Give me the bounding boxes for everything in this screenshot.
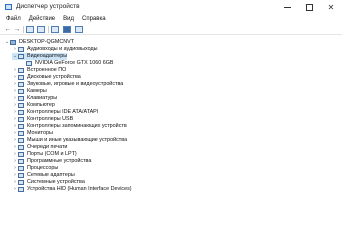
menu-file[interactable]: Файл [4, 16, 23, 22]
tree-item-usb[interactable]: › Контроллеры USB [12, 116, 73, 123]
tree-item-monitors[interactable]: › Мониторы [12, 130, 53, 137]
keyboard-icon [18, 96, 24, 101]
menu-action[interactable]: Действие [27, 16, 57, 22]
tree-subitem-label: NVIDIA GeForce GTX 1060 6GB [35, 60, 114, 66]
mouse-icon [18, 138, 24, 143]
tree-item-label: Компьютер [27, 102, 55, 108]
tree-item-label: Системные устройства [27, 179, 85, 185]
port-icon [18, 152, 24, 157]
audio-icon [18, 47, 24, 52]
tree-item-ports[interactable]: › Порты (COM и LPT) [12, 151, 77, 158]
tree-item-label: Аудиовходы и аудиовыходы [27, 46, 98, 52]
device-manager-icon [5, 4, 12, 10]
computer-icon [10, 40, 16, 45]
tree-subitem-gpu[interactable]: NVIDIA GeForce GTX 1060 6GB [26, 60, 114, 67]
tree-item-firmware[interactable]: › Встроенное ПО [12, 67, 66, 74]
minimize-icon [283, 6, 291, 8]
storage-controller-icon [18, 124, 24, 129]
tree-root[interactable]: ⌄ DESKTOP-QGMCNVT [4, 39, 74, 46]
menu-bar: Файл Действие Вид Справка [0, 14, 342, 24]
menu-help[interactable]: Справка [80, 16, 108, 22]
tree-item-cameras[interactable]: › Камеры [12, 88, 47, 95]
title-bar[interactable]: Диспетчер устройств ✕ [0, 0, 342, 14]
maximize-icon [305, 3, 313, 11]
close-icon: ✕ [327, 2, 335, 12]
ide-controller-icon [18, 110, 24, 115]
monitor-icon [18, 131, 24, 136]
tree-item-network-adapters[interactable]: › Сетевые адаптеры [12, 172, 75, 179]
tree-item-label: Контроллеры USB [27, 116, 74, 122]
maximize-button[interactable] [298, 0, 320, 14]
window-title: Диспетчер устройств [16, 3, 80, 10]
tree-item-label: Сетевые адаптеры [27, 172, 75, 178]
tree-item-audio[interactable]: › Аудиовходы и аудиовыходы [12, 46, 98, 53]
monitor-icon[interactable] [75, 26, 83, 33]
tree-item-label: Мониторы [27, 130, 53, 136]
tree-item-label: Контроллеры IDE ATA/ATAPI [27, 109, 99, 115]
camera-icon [18, 89, 24, 94]
firmware-icon [18, 68, 24, 73]
close-button[interactable]: ✕ [320, 0, 342, 14]
computer-icon [18, 103, 24, 108]
processor-icon [18, 166, 24, 171]
device-manager-window: Диспетчер устройств ✕ Файл Действие Вид … [0, 0, 342, 250]
tree-item-label: Порты (COM и LPT) [27, 151, 77, 157]
tree-item-print-queues[interactable]: › Очереди печати [12, 144, 67, 151]
tree-item-label: Клавиатуры [27, 95, 58, 101]
tree-item-processors[interactable]: › Процессоры [12, 165, 58, 172]
tree-item-label: Дисковые устройства [27, 74, 81, 80]
tree-item-label: Встроенное ПО [27, 67, 67, 73]
menu-view[interactable]: Вид [61, 16, 76, 22]
scan-hardware-icon[interactable] [63, 26, 71, 33]
tree-item-computer[interactable]: › Компьютер [12, 102, 55, 109]
tree-item-software-devices[interactable]: › Программные устройства [12, 158, 91, 165]
show-hidden-icon[interactable] [37, 26, 45, 33]
usb-icon [18, 117, 24, 122]
properties-icon[interactable] [26, 26, 34, 33]
tree-item-label: Видеоадаптеры [27, 53, 68, 59]
tree-item-ide[interactable]: › Контроллеры IDE ATA/ATAPI [12, 109, 98, 116]
tree-item-label: Камеры [27, 88, 47, 94]
tree-item-label: Устройства HID (Human Interface Devices) [27, 186, 132, 192]
tree-item-video-adapters[interactable]: ⌄ Видеоадаптеры [12, 53, 68, 60]
tree-item-sound[interactable]: › Звуковые, игровые и видеоустройства [12, 81, 123, 88]
tree-item-storage-controllers[interactable]: › Контроллеры запоминающих устройств [12, 123, 127, 130]
forward-icon[interactable]: → [13, 26, 21, 33]
tree-item-mice[interactable]: › Мыши и иные указывающие устройства [12, 137, 127, 144]
toolbar-separator [23, 26, 24, 33]
tree-item-label: Контроллеры запоминающих устройств [27, 123, 127, 129]
tree-item-label: Программные устройства [27, 158, 92, 164]
tree-item-disk-drives[interactable]: › Дисковые устройства [12, 74, 81, 81]
system-device-icon [18, 180, 24, 185]
tree-item-hid[interactable]: › Устройства HID (Human Interface Device… [12, 186, 132, 193]
hid-icon [18, 187, 24, 192]
software-device-icon [18, 159, 24, 164]
tree-root-label: DESKTOP-QGMCNVT [19, 39, 75, 45]
tree-item-keyboards[interactable]: › Клавиатуры [12, 95, 57, 102]
tree-item-system-devices[interactable]: › Системные устройства [12, 179, 85, 186]
disk-icon [18, 75, 24, 80]
speaker-icon [18, 82, 24, 87]
device-tree: ⌄ DESKTOP-QGMCNVT › Аудиовходы и аудиовы… [0, 36, 342, 250]
tree-item-label: Звуковые, игровые и видеоустройства [27, 81, 124, 87]
help-icon[interactable] [51, 26, 59, 33]
toolbar: ← → [0, 24, 342, 35]
gpu-icon [26, 61, 32, 66]
tree-item-label: Очереди печати [27, 144, 68, 150]
toolbar-separator [48, 26, 49, 33]
display-adapter-icon [18, 54, 24, 59]
printer-icon [18, 145, 24, 150]
tree-item-label: Мыши и иные указывающие устройства [27, 137, 128, 143]
network-icon [18, 173, 24, 178]
tree-item-label: Процессоры [27, 165, 59, 171]
back-icon[interactable]: ← [4, 26, 12, 33]
minimize-button[interactable] [276, 0, 298, 14]
